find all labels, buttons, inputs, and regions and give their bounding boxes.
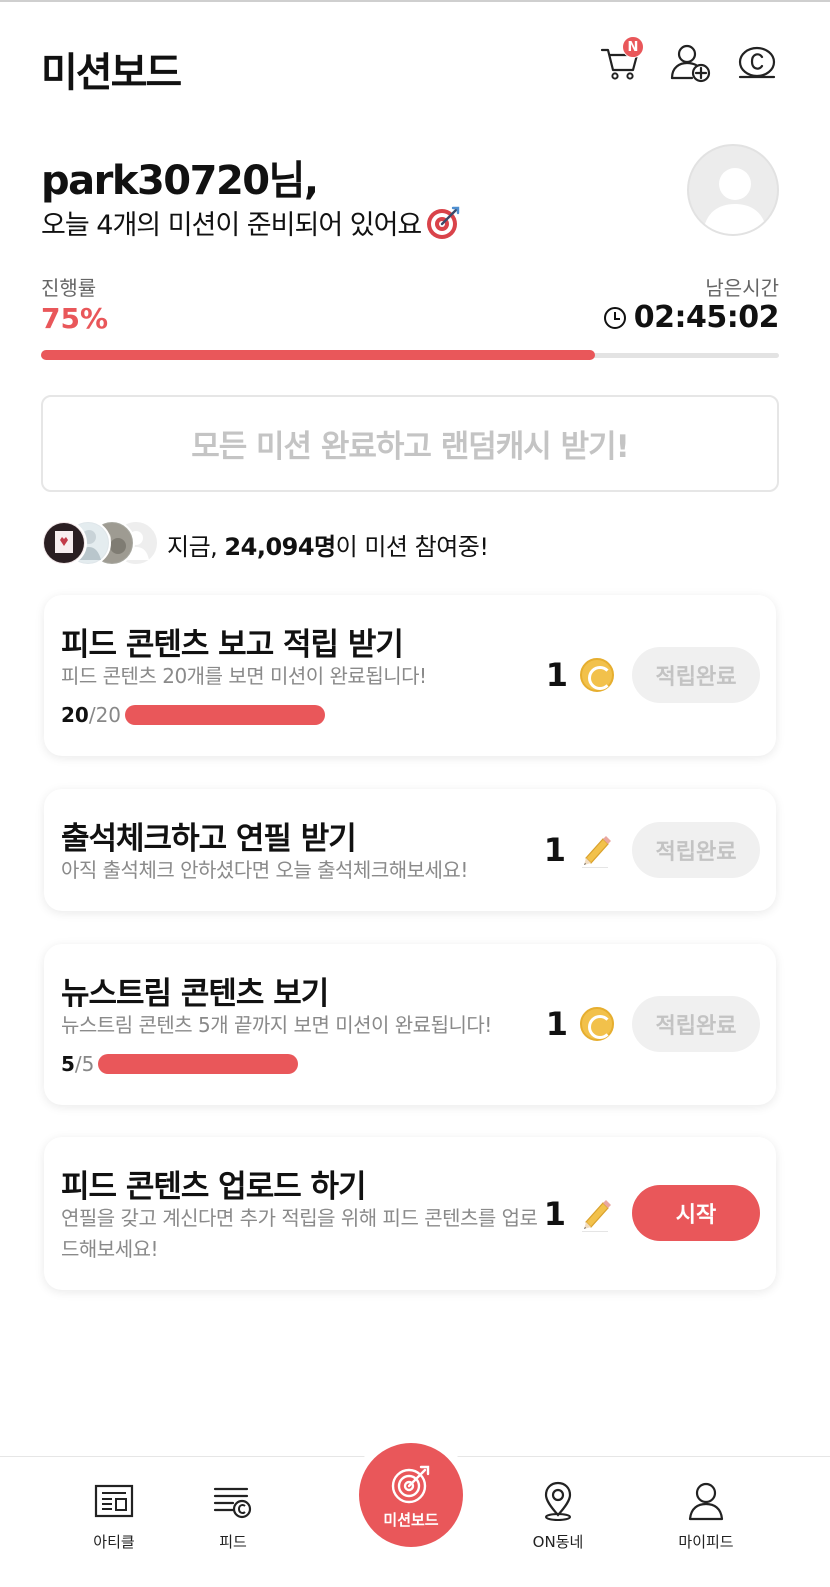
feed-icon — [213, 1487, 252, 1519]
cash-button[interactable] — [735, 40, 779, 84]
mission-description: 뉴스트림 콘텐츠 5개 끝까지 보면 미션이 완료됩니다! — [61, 1013, 492, 1037]
claimed-button[interactable]: 적립완료 — [632, 996, 760, 1052]
progress-bar-fill — [41, 350, 595, 360]
user-avatar[interactable] — [687, 144, 779, 236]
mission-card[interactable]: 뉴스트림 콘텐츠 보기 뉴스트림 콘텐츠 5개 끝까지 보면 미션이 완료됩니다… — [44, 944, 776, 1105]
pencil-icon — [582, 1200, 611, 1232]
mission-reward: 1 — [546, 1005, 614, 1043]
coin-icon — [580, 658, 614, 692]
participants-row: 지금, 24,094명이 미션 참여중! — [41, 520, 489, 568]
mission-title: 출석체크하고 연필 받기 — [61, 821, 357, 857]
cart-button[interactable]: N — [598, 36, 644, 84]
remaining-time-value: 02:45:02 — [633, 300, 780, 335]
nav-label: ON동네 — [532, 1533, 584, 1551]
clock-icon — [603, 306, 626, 329]
remaining-time-label: 남은시간 — [705, 276, 779, 300]
status-divider — [0, 0, 830, 2]
participant-avatar — [41, 520, 87, 566]
mission-progress: 20/20 — [61, 703, 326, 727]
target-emoji-icon — [427, 206, 460, 239]
claimed-button[interactable]: 적립완료 — [632, 647, 760, 703]
nav-item-feed[interactable]: 피드 — [178, 1479, 288, 1552]
mission-reward: 1 — [544, 1195, 614, 1233]
cash-coin-icon — [738, 46, 776, 79]
profile-icon — [688, 1482, 724, 1521]
default-avatar-icon — [703, 168, 767, 234]
claimed-button[interactable]: 적립완료 — [632, 822, 760, 878]
location-pin-icon — [544, 1481, 572, 1521]
page-title: 미션보드 — [41, 50, 182, 96]
mission-description: 피드 콘텐츠 20개를 보면 미션이 완료됩니다! — [61, 664, 427, 688]
new-badge: N — [622, 36, 644, 58]
bottom-navigation: 아티클 피드 미션보드 ON동네 마이피드 — [0, 1443, 830, 1587]
mission-progress-bar — [125, 705, 326, 725]
progress-bar — [41, 350, 779, 360]
participants-text: 지금, 24,094명이 미션 참여중! — [167, 532, 489, 561]
add-friend-icon — [670, 44, 711, 83]
nav-label: 미션보드 — [383, 1510, 439, 1529]
nav-label: 마이피드 — [678, 1533, 734, 1551]
mission-card[interactable]: 출석체크하고 연필 받기 아직 출석체크 안하셨다면 오늘 출석체크해보세요! … — [44, 789, 776, 911]
mission-description: 아직 출석체크 안하셨다면 오늘 출석체크해보세요! — [61, 858, 468, 882]
pencil-icon — [582, 836, 611, 868]
reward-banner[interactable]: 모든 미션 완료하고 랜덤캐시 받기! — [41, 395, 779, 492]
start-button[interactable]: 시작 — [632, 1185, 760, 1241]
mission-count-message: 오늘 4개의 미션이 준비되어 있어요 — [41, 203, 461, 242]
nav-item-article[interactable]: 아티클 — [59, 1479, 169, 1552]
greeting-message: 오늘 4개의 미션이 준비되어 있어요 — [41, 210, 422, 241]
coin-icon — [580, 1007, 614, 1041]
mission-card[interactable]: 피드 콘텐츠 업로드 하기 연필을 갖고 계신다면 추가 적립을 위해 피드 콘… — [44, 1137, 776, 1290]
nav-item-missionboard[interactable]: 미션보드 — [359, 1443, 463, 1547]
mission-card[interactable]: 피드 콘텐츠 보고 적립 받기 피드 콘텐츠 20개를 보면 미션이 완료됩니다… — [44, 595, 776, 756]
participant-avatars — [41, 520, 159, 568]
user-greeting: park30720님, — [41, 158, 319, 204]
mission-reward: 1 — [546, 656, 614, 694]
progress-value: 75% — [41, 302, 109, 335]
nav-item-myfeed[interactable]: 마이피드 — [651, 1479, 761, 1552]
target-icon — [391, 1465, 430, 1503]
mission-progress: 5/5 — [61, 1052, 299, 1076]
mission-title: 뉴스트림 콘텐츠 보기 — [61, 976, 329, 1012]
remaining-time: 02:45:02 — [603, 300, 780, 335]
nav-item-on-dongne[interactable]: ON동네 — [503, 1479, 613, 1552]
nav-label: 아티클 — [93, 1533, 135, 1551]
article-icon — [94, 1484, 134, 1518]
nav-label: 피드 — [219, 1533, 247, 1551]
participants-count: 24,094명 — [224, 532, 336, 561]
add-friend-button[interactable] — [668, 40, 712, 84]
app-header: 미션보드 N — [0, 30, 830, 96]
mission-reward: 1 — [544, 831, 614, 869]
progress-label: 진행률 — [41, 276, 97, 300]
mission-description: 연필을 갖고 계신다면 추가 적립을 위해 피드 콘텐츠를 업로드해보세요! — [61, 1206, 538, 1261]
mission-title: 피드 콘텐츠 보고 적립 받기 — [61, 627, 404, 663]
mission-progress-bar — [98, 1054, 299, 1074]
mission-title: 피드 콘텐츠 업로드 하기 — [61, 1169, 367, 1205]
